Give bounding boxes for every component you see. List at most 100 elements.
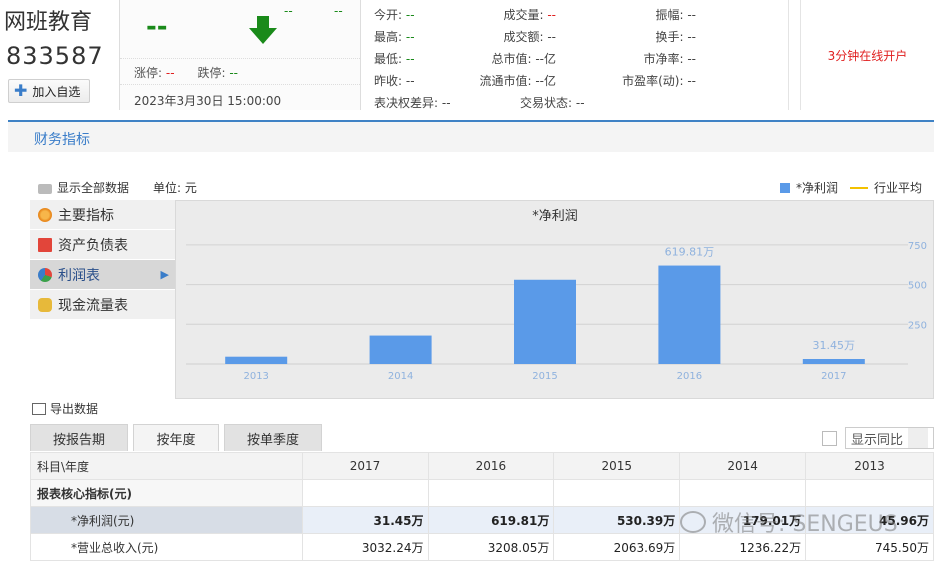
quote-value: -- [687,8,696,22]
unit-label: 单位: 元 [153,181,197,195]
add-watchlist-button[interactable]: ✚ 加入自选 [8,79,90,103]
quote-item: 成交额: -- [503,28,556,45]
table-cell: 3208.05万 [427,533,555,561]
price-change-pct: -- [334,4,343,18]
tab-by-report-period[interactable]: 按报告期 [30,424,128,451]
limit-up-label: 涨停: [134,66,163,80]
pie-chart-icon [38,267,52,282]
coins-icon [38,297,52,312]
quote-item: 市净率: -- [643,50,696,67]
tab-label: 按年度 [156,432,196,448]
quote-label: 今开: [374,8,403,22]
table-cell: 619.81万 [427,506,555,534]
quote-label: 昨收: [374,74,403,88]
quote-value: --亿 [535,52,556,66]
x-tick-label: 2014 [388,371,413,382]
quote-value: -- [405,74,415,88]
stock-code: 833587 [6,42,104,70]
quote-label: 成交量: [503,8,544,22]
quote-label: 表决权差异: [374,96,439,110]
column-header[interactable]: 2015 [553,452,681,480]
menu-item-balance-sheet[interactable]: 资产负债表 [30,230,175,260]
export-data-button[interactable]: 导出数据 [32,400,98,417]
quote-value: -- [575,96,585,110]
x-tick-label: 2015 [532,371,557,382]
y-tick-label: 750 [908,241,927,252]
quote-datetime: 2023年3月30日 15:00:00 [134,94,282,108]
quote-item: 成交量: -- [503,6,556,23]
quote-label: 最高: [374,30,403,44]
quote-item: 表决权差异: -- [374,94,451,111]
table-cell: 3032.24万 [301,533,429,561]
quote-value: -- [547,30,556,44]
down-arrow-icon [249,16,277,44]
table-cell: 2063.69万 [553,533,681,561]
data-label: 31.45万 [813,339,856,352]
bar-2016[interactable] [658,265,721,364]
quote-value: --亿 [535,74,556,88]
menu-item-label: 现金流量表 [58,297,128,314]
y-tick-label: 250 [908,320,927,331]
column-header: 科目\年度 [30,452,303,480]
yoy-label: 显示同比 [851,432,904,448]
quote-label: 流通市值: [479,74,532,88]
yoy-control: 显示同比 [822,427,934,449]
menu-item-main-indicators[interactable]: 主要指标 [30,200,175,230]
table-group-row: 报表核心指标(元) [30,479,934,507]
quote-value: -- [687,30,696,44]
column-header[interactable]: 2014 [679,452,807,480]
quote-value: -- [687,52,696,66]
quote-header: 网班教育 833587 ✚ 加入自选 -- -- -- 涨停: -- 跌停: -… [0,0,934,110]
limit-down-value: -- [229,66,238,80]
yoy-button[interactable]: 显示同比 [845,427,934,449]
document-icon [38,237,52,252]
quote-label: 成交额: [503,30,544,44]
show-all-toggle[interactable]: 显示全部数据 [38,179,129,196]
bar-2015[interactable] [514,279,576,364]
export-label: 导出数据 [50,402,99,416]
tab-label: 按单季度 [246,432,299,448]
tab-by-year[interactable]: 按年度 [133,424,219,451]
quote-value: -- [405,52,415,66]
section-title: 财务指标 [34,132,90,148]
bar-2014[interactable] [369,335,432,364]
column-header[interactable]: 2013 [805,452,934,480]
price-panel: -- -- -- 涨停: -- 跌停: -- 2023年3月30日 15:00:… [119,0,361,110]
quote-item: 换手: -- [655,28,696,45]
tab-label: 按报告期 [52,432,105,448]
comment-icon [38,183,52,194]
quote-item: 市盈率(动): -- [622,72,696,89]
gear-icon [38,207,52,222]
quote-item: 昨收: -- [374,72,415,89]
yoy-checkbox[interactable] [822,430,837,446]
menu-item-label: 资产负债表 [58,237,128,254]
quote-item: 今开: -- [374,6,415,23]
caret-right-icon: ▶ [160,268,169,281]
statement-menu: 主要指标 资产负债表 利润表 ▶ 现金流量表 [30,200,175,320]
menu-item-label: 利润表 [58,267,100,284]
quote-label: 总市值: [491,52,532,66]
y-tick-label: 500 [908,281,927,292]
open-account-label: 3分钟在线开户 [827,48,908,63]
open-account-link[interactable]: 3分钟在线开户 [800,0,934,110]
quote-value: -- [687,74,696,88]
column-header[interactable]: 2016 [427,452,555,480]
current-price: -- [146,12,168,42]
add-watchlist-label: 加入自选 [32,84,81,99]
column-header[interactable]: 2017 [301,452,429,480]
menu-item-income-statement[interactable]: 利润表 ▶ [30,260,175,290]
quote-item: 总市值: --亿 [491,50,556,67]
watermark: 微信号: SENGEUS [680,506,898,538]
limit-row: 涨停: -- 跌停: -- [134,64,238,81]
data-label: 619.81万 [665,246,715,259]
menu-item-cash-flow[interactable]: 现金流量表 [30,290,175,320]
legend-series-label: *净利润 [796,181,839,195]
tab-by-quarter[interactable]: 按单季度 [224,424,322,451]
quote-item: 交易状态: -- [520,94,585,111]
bar-2017[interactable] [802,359,865,364]
quote-item: 最低: -- [374,50,415,67]
row-label: *净利润(元) [30,506,303,534]
quote-label: 振幅: [655,8,684,22]
bar-2013[interactable] [225,356,288,364]
legend-avg-swatch [850,186,869,189]
